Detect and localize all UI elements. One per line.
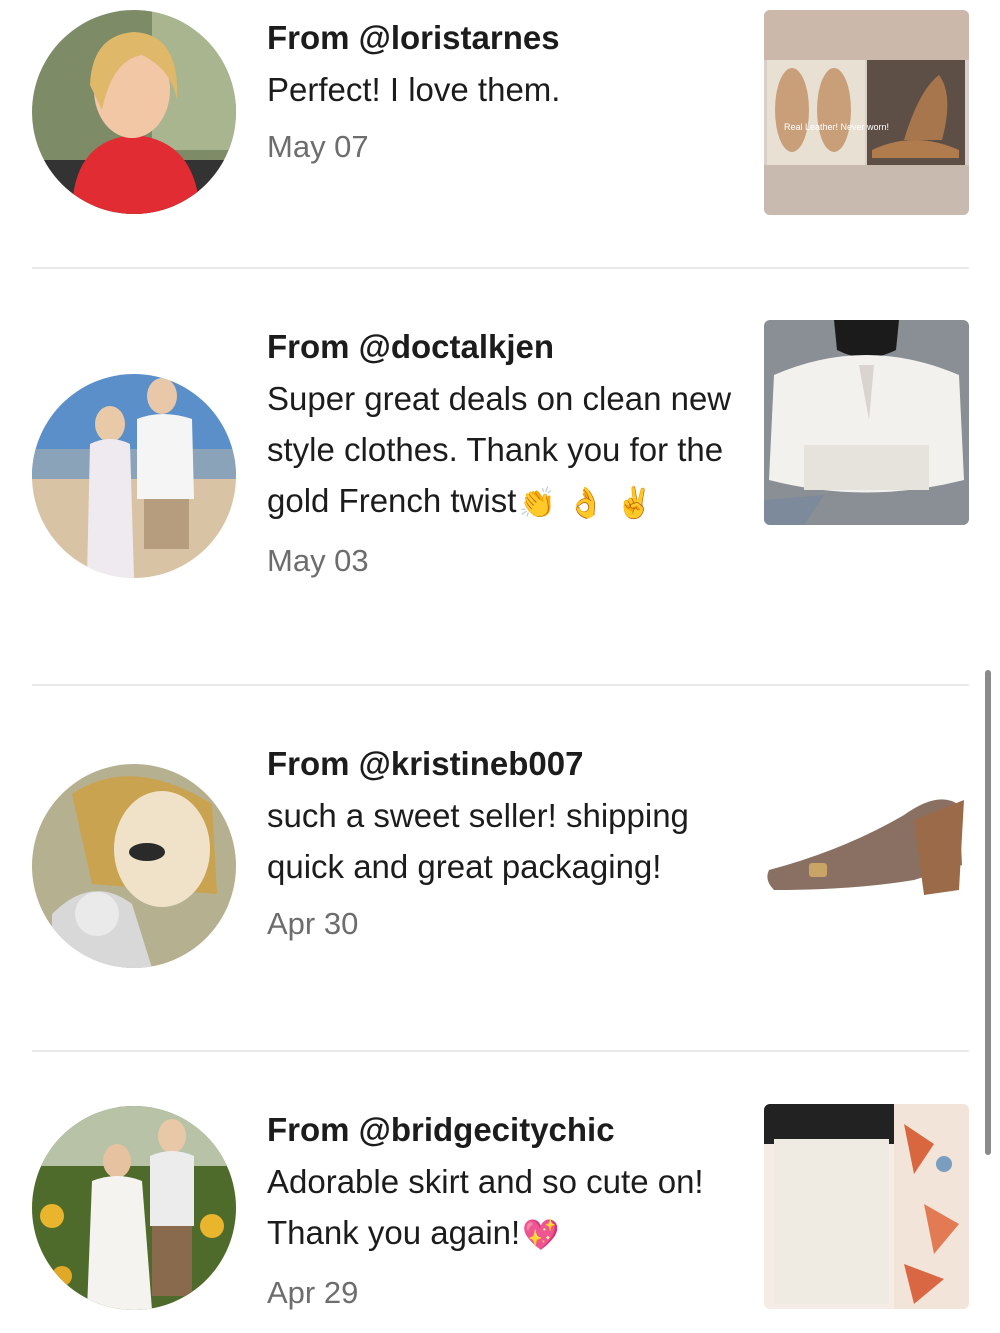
review-date: May 07 (267, 129, 369, 164)
scrollbar[interactable] (985, 670, 991, 1155)
victory-hand-icon: ✌️ (615, 486, 653, 520)
review-text: Adorable skirt and so cute on! Thank you… (267, 1163, 704, 1252)
product-thumbnail[interactable]: Real Leather! Never worn! (764, 10, 969, 215)
review-author[interactable]: From @kristineb007 (267, 738, 737, 790)
product-thumbnail[interactable] (764, 320, 969, 525)
divider (32, 684, 969, 686)
sparkling-heart-icon: 💖 (522, 1218, 560, 1252)
thumb-overlay-text: Real Leather! Never worn! (784, 122, 889, 132)
review-date: Apr 30 (267, 906, 359, 941)
review-author[interactable]: From @bridgecitychic (267, 1104, 737, 1156)
avatar[interactable] (32, 10, 236, 214)
avatar[interactable] (32, 374, 236, 578)
avatar[interactable] (32, 1106, 236, 1310)
review-author[interactable]: From @loristarnes (267, 12, 737, 64)
avatar[interactable] (32, 764, 236, 968)
review-text: Super great deals on clean new style clo… (267, 380, 732, 520)
review-text: such a sweet seller! shipping quick and … (267, 797, 689, 885)
divider (32, 267, 969, 269)
product-thumbnail[interactable] (764, 1104, 969, 1309)
review-text: Perfect! I love them. (267, 71, 561, 108)
review-date: Apr 29 (267, 1274, 359, 1310)
divider (32, 1050, 969, 1052)
ok-hand-icon: 👌 (566, 486, 605, 520)
review-author[interactable]: From @doctalkjen (267, 321, 737, 373)
clapping-hands-icon: 👏 (518, 486, 556, 520)
review-date: May 03 (267, 542, 369, 578)
product-thumbnail[interactable] (764, 760, 969, 965)
